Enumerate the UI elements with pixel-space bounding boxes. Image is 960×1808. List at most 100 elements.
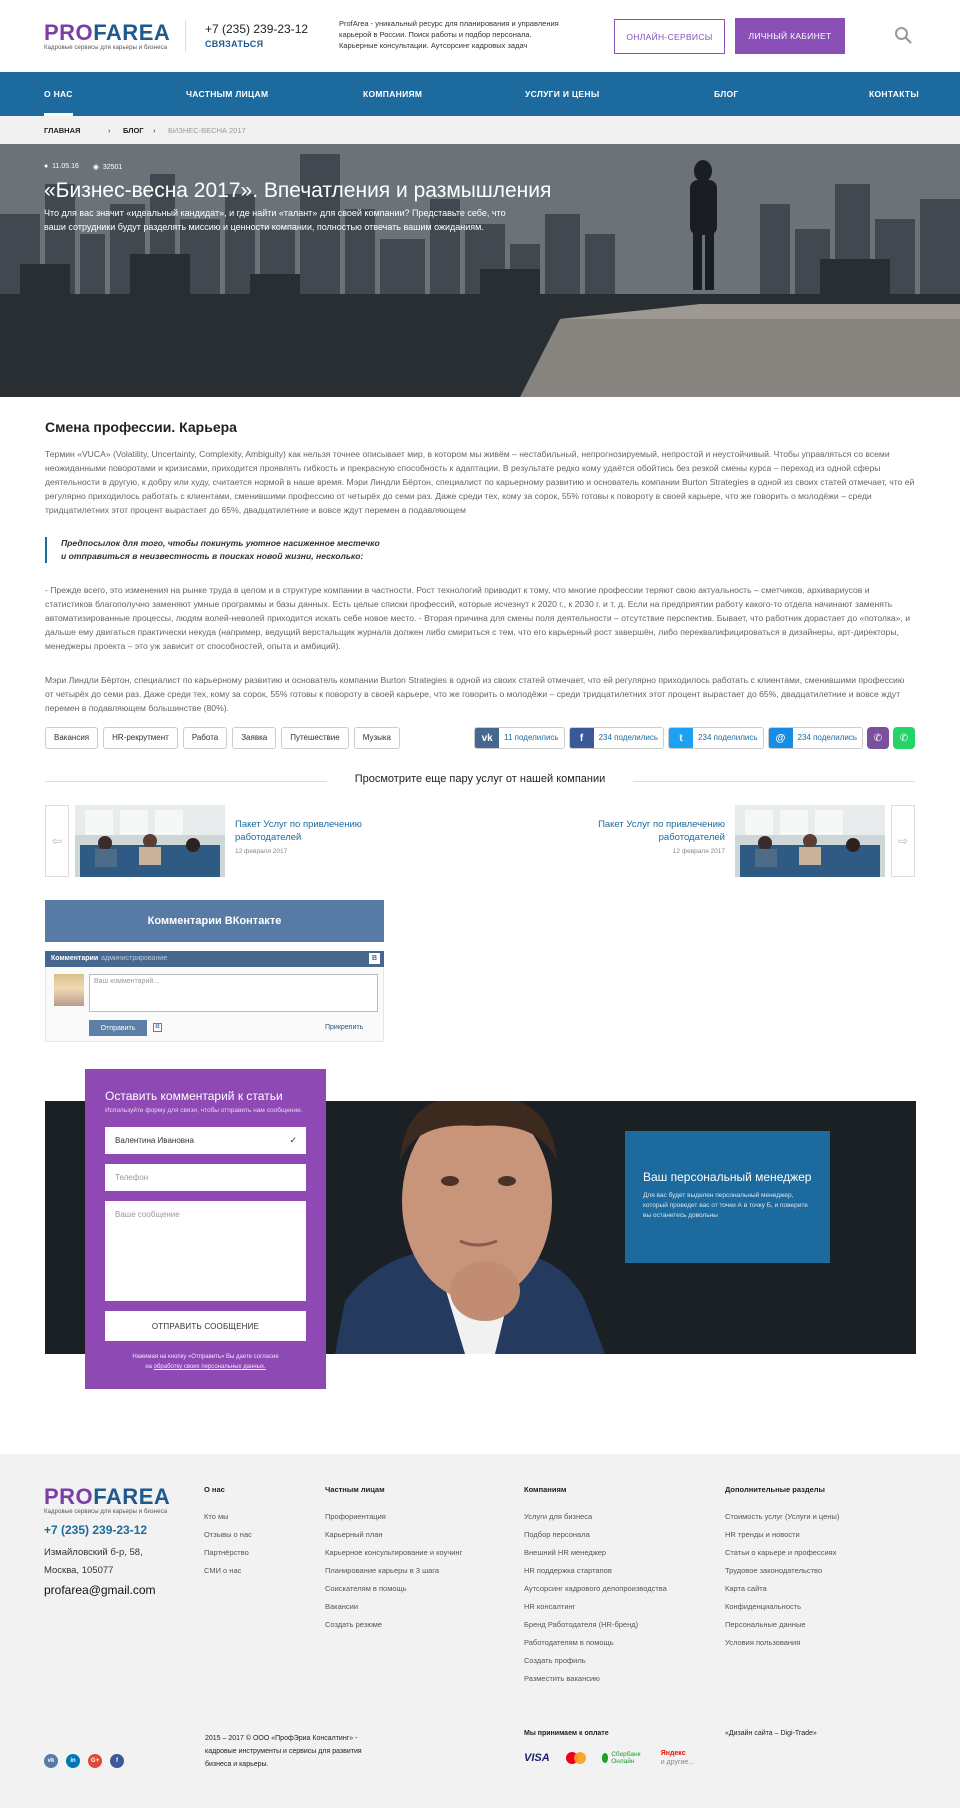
footer-link[interactable]: Внешний HR менеджер	[524, 1544, 667, 1562]
nav-private[interactable]: Частным лицам	[186, 72, 268, 116]
footer-link[interactable]: Карьерный план	[325, 1526, 462, 1544]
footer-link[interactable]: Трудовое законодательство	[725, 1562, 839, 1580]
footer-col-title: Компаниям	[524, 1485, 567, 1494]
header-phone[interactable]: +7 (235) 239-23-12	[205, 22, 308, 36]
send-message-button[interactable]: Отправить сообщение	[105, 1311, 306, 1341]
nav-contacts[interactable]: Контакты	[869, 72, 919, 116]
service-title[interactable]: Пакет Услуг по привлечению работодателей	[235, 818, 375, 844]
share-facebook-button[interactable]: f 234 поделились	[568, 727, 665, 749]
footer-link[interactable]: Соискателям в помощь	[325, 1580, 462, 1598]
logo[interactable]: PROFAREA Кадровые сервисы для карьеры и …	[44, 22, 170, 52]
tag[interactable]: Путешествие	[281, 727, 349, 749]
avatar	[54, 974, 84, 1006]
yandex-label: Яндекс	[660, 1750, 686, 1757]
tag[interactable]: Вакансия	[45, 727, 99, 749]
address-line: Москва, 105077	[44, 1565, 114, 1576]
manager-card: Ваш персональный менеджер Для вас будет …	[625, 1131, 830, 1263]
footer-link[interactable]: Планирование карьеры в 3 шага	[325, 1562, 462, 1580]
payment-title: Мы принимаем к оплате	[524, 1730, 609, 1737]
footer-link[interactable]: Профориентация	[325, 1508, 462, 1526]
footer-link[interactable]: Персональные данные	[725, 1616, 839, 1634]
footer-link[interactable]: Аутсорсинг кадрового делопроизводства	[524, 1580, 667, 1598]
linkedin-icon[interactable]: in	[66, 1754, 80, 1768]
vk-send-button[interactable]: Отправить	[89, 1020, 147, 1036]
footer-link[interactable]: Карта сайта	[725, 1580, 839, 1598]
personal-cabinet-button[interactable]: Личный кабинет	[735, 18, 845, 54]
copyright: 2015 – 2017 © ООО «ПрофЭриа Консалтинг» …	[205, 1735, 362, 1768]
footer-link[interactable]: Разместить вакансию	[524, 1670, 667, 1688]
vk-comment-input[interactable]: Ваш комментарий...	[89, 974, 378, 1012]
tag[interactable]: Музыка	[353, 727, 400, 749]
vk-icon: vk	[475, 728, 500, 748]
service-title[interactable]: Пакет Услуг по привлечению работодателей	[585, 818, 725, 844]
vk-attach-link[interactable]: Прикрепить	[325, 1024, 363, 1031]
facebook-icon[interactable]: f	[110, 1754, 124, 1768]
breadcrumb-home[interactable]: Главная	[44, 126, 80, 135]
footer-link[interactable]: HR консалтинг	[524, 1598, 667, 1616]
footer-link[interactable]: СМИ о нас	[204, 1562, 252, 1580]
share-twitter-button[interactable]: t 234 поделились	[668, 727, 764, 749]
nav-services[interactable]: Услуги и цены	[525, 72, 599, 116]
footer-phone[interactable]: +7 (235) 239-23-12	[44, 1523, 147, 1537]
share-vk-button[interactable]: vk 11 поделились	[474, 727, 565, 749]
arrow-left-icon[interactable]: ⇦	[45, 805, 69, 877]
service-image[interactable]	[735, 805, 885, 877]
breadcrumb-blog[interactable]: Блог	[123, 126, 144, 135]
vk-admin-link[interactable]: администрирование	[101, 955, 167, 962]
footer-link[interactable]: HR тренды и новости	[725, 1526, 839, 1544]
footer-link[interactable]: Создать резюме	[325, 1616, 462, 1634]
tag[interactable]: Заявка	[232, 727, 277, 749]
sberbank-logo-icon	[601, 1753, 609, 1763]
vk-logo-icon: В	[369, 953, 380, 964]
callback-link[interactable]: Связаться	[205, 39, 263, 49]
footer-link[interactable]: Услуги для бизнеса	[524, 1508, 667, 1526]
footer-email[interactable]: profarea@gmail.com	[44, 1583, 156, 1597]
nav-blog[interactable]: Блог	[714, 72, 739, 116]
footer-link[interactable]: HR поддержка стартапов	[524, 1562, 667, 1580]
service-image[interactable]	[75, 805, 225, 877]
footer-link[interactable]: Создать профиль	[524, 1652, 667, 1670]
developer-credit[interactable]: «Дизайн сайта – Digi-Trade»	[725, 1730, 817, 1737]
footer-link[interactable]: Кто мы	[204, 1508, 252, 1526]
contact-section: Ваш персональный менеджер Для вас будет …	[0, 1069, 960, 1389]
footer-link[interactable]: Партнёрство	[204, 1544, 252, 1562]
search-icon[interactable]	[894, 26, 912, 44]
footer-address: Измайловский б-р, 58, Москва, 105077	[44, 1544, 143, 1580]
footer-link[interactable]: Условия пользования	[725, 1634, 839, 1652]
footer-link[interactable]: Стоимость услуг (Услуги и цены)	[725, 1508, 839, 1526]
online-services-button[interactable]: Онлайн-сервисы	[614, 19, 725, 54]
nav-companies[interactable]: Компаниям	[363, 72, 422, 116]
footer-link[interactable]: Подбор персонала	[524, 1526, 667, 1544]
article-heading: Смена профессии. Карьера	[45, 419, 237, 435]
vk-bold-icon[interactable]: В	[153, 1023, 162, 1032]
footer-logo[interactable]: PROFAREA Кадровые сервисы для карьеры и …	[44, 1486, 170, 1516]
google-plus-icon[interactable]: G+	[88, 1754, 102, 1768]
arrow-right-icon[interactable]: ⇨	[891, 805, 915, 877]
footer-link[interactable]: Конфиденциальность	[725, 1598, 839, 1616]
name-field-value: Валентина Ивановна	[115, 1136, 194, 1145]
tag[interactable]: Работа	[182, 727, 228, 749]
footer-link[interactable]: Работодателям в помощь	[524, 1634, 667, 1652]
name-field[interactable]: Валентина Ивановна ✓	[105, 1127, 306, 1154]
footer-link[interactable]: Бренд Работодателя (HR-бренд)	[524, 1616, 667, 1634]
whatsapp-icon[interactable]: ✆	[893, 727, 915, 749]
vk-icon[interactable]: vk	[44, 1754, 58, 1768]
footer-link[interactable]: Вакансии	[325, 1598, 462, 1616]
article-body: Смена профессии. Карьера Термин «VUCA» (…	[0, 397, 960, 1042]
form-title: Оставить комментарий к статьи	[105, 1089, 283, 1103]
service-date: 12 февраля 2017	[672, 848, 725, 855]
article-lead: Что для вас значит «идеальный кандидат»,…	[44, 208, 506, 232]
viber-icon[interactable]: ✆	[867, 727, 889, 749]
phone-field[interactable]: Телефон	[105, 1164, 306, 1191]
nav-about[interactable]: О нас	[44, 72, 73, 116]
footer-link[interactable]: Статьи о карьере и профессиях	[725, 1544, 839, 1562]
footer-link[interactable]: Карьерное консультирование и коучинг	[325, 1544, 462, 1562]
footer-col-title: Частным лицам	[325, 1485, 385, 1494]
message-field[interactable]: Ваше сообщение	[105, 1201, 306, 1301]
article-paragraph: Термин «VUCA» (Volatility, Uncertainty, …	[45, 449, 915, 515]
tag[interactable]: HR-рекрутмент	[103, 727, 178, 749]
privacy-link[interactable]: обработку своих персональных данных.	[154, 1364, 266, 1370]
footer-link[interactable]: Отзывы о нас	[204, 1526, 252, 1544]
article-paragraph: - Прежде всего, это изменения на рынке т…	[45, 585, 911, 651]
share-moimir-button[interactable]: @234 поделились	[767, 727, 863, 749]
